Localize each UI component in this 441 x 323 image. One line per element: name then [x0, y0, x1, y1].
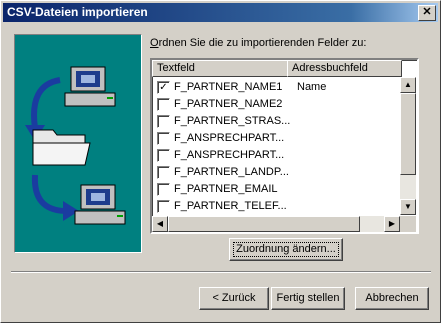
arrow-up-icon: ▲ — [404, 80, 412, 89]
separator — [11, 271, 431, 273]
list-item[interactable]: F_PARTNER_LANDP... — [152, 164, 400, 180]
arrow-right-icon: ▶ — [388, 219, 396, 228]
scroll-left-button[interactable]: ◀ — [152, 216, 168, 232]
scroll-right-button[interactable]: ▶ — [384, 216, 400, 232]
close-icon: ✕ — [422, 6, 432, 18]
change-mapping-button[interactable]: Zuordnung ändern... — [229, 238, 343, 261]
field-mapping-list[interactable]: Textfeld Adressbuchfeld ✓ F_PARTNER_NAME… — [150, 58, 419, 234]
row-checkbox[interactable] — [157, 115, 170, 128]
column-header-textfeld[interactable]: Textfeld — [152, 60, 291, 77]
scroll-thumb-horizontal[interactable] — [168, 216, 360, 232]
import-dialog: CSV-Dateien importieren ✕ Ordnen Sie die… — [0, 0, 441, 323]
instruction-text: Ordnen Sie die zu importierenden Felder … — [150, 37, 367, 49]
title-bar: CSV-Dateien importieren ✕ — [3, 3, 438, 22]
arrow-down-icon: ▼ — [404, 202, 412, 211]
row-checkbox[interactable] — [157, 183, 170, 196]
computer-transfer-icon — [25, 66, 126, 225]
wizard-illustration — [14, 34, 142, 253]
list-header: Textfeld Adressbuchfeld — [152, 60, 417, 77]
list-item[interactable]: F_PARTNER_STRAS... — [152, 113, 400, 129]
vertical-scrollbar[interactable]: ▲ ▼ — [400, 77, 416, 215]
finish-button[interactable]: Fertig stellen — [271, 287, 345, 310]
list-item[interactable]: F_PARTNER_NAME2 — [152, 96, 400, 112]
close-button[interactable]: ✕ — [418, 5, 436, 21]
scroll-up-button[interactable]: ▲ — [400, 77, 416, 93]
scroll-thumb[interactable] — [400, 93, 416, 175]
row-checkbox[interactable] — [157, 132, 170, 145]
back-button[interactable]: < Zurück — [199, 287, 269, 310]
list-item[interactable]: F_PARTNER_EMAIL — [152, 181, 400, 197]
horizontal-scrollbar[interactable]: ◀ ▶ — [152, 216, 400, 232]
list-item[interactable]: F_ANSPRECHPART... — [152, 130, 400, 146]
cancel-button[interactable]: Abbrechen — [355, 287, 429, 310]
list-item[interactable]: F_PARTNER_TELEF... — [152, 198, 400, 214]
checkmark-icon: ✓ — [159, 82, 168, 93]
row-checkbox[interactable] — [157, 200, 170, 213]
window-title: CSV-Dateien importieren — [7, 5, 148, 19]
list-item[interactable]: ✓ F_PARTNER_NAME1 Name — [152, 79, 400, 95]
column-header-adressbuchfeld[interactable]: Adressbuchfeld — [287, 60, 402, 77]
scrollbar-corner — [400, 216, 416, 232]
row-checkbox[interactable] — [157, 166, 170, 179]
row-checkbox[interactable]: ✓ — [157, 81, 170, 94]
list-item[interactable]: F_ANSPRECHPART... — [152, 147, 400, 163]
arrow-left-icon: ◀ — [156, 219, 164, 228]
focus-rect — [233, 242, 339, 257]
row-checkbox[interactable] — [157, 98, 170, 111]
scroll-down-button[interactable]: ▼ — [400, 199, 416, 215]
row-checkbox[interactable] — [157, 149, 170, 162]
